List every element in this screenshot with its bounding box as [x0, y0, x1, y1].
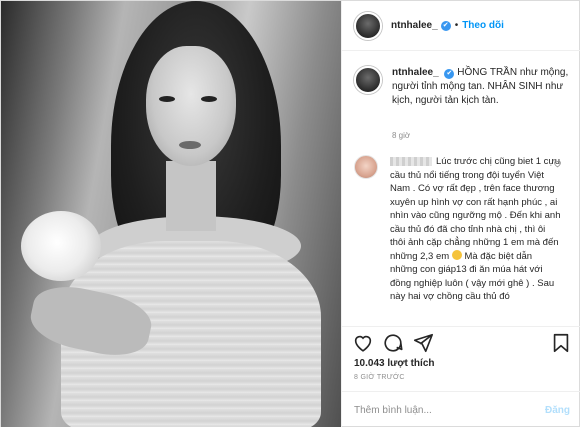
comment-item: Lúc trước chị cũng biet 1 cựu cầu thủ nổ… — [354, 155, 580, 304]
caption-body: ntnhalee_ ✔ HỒNG TRẦN như mộng, người tỉ… — [392, 66, 572, 108]
commenter-avatar[interactable] — [354, 155, 378, 179]
face-emoji-icon — [451, 249, 462, 260]
post-timestamp[interactable]: 8 GIỜ TRƯỚC — [354, 374, 405, 381]
bookmark-icon[interactable] — [550, 332, 572, 354]
action-bar — [342, 326, 580, 358]
photo-neck — [166, 161, 216, 231]
photo-flower — [21, 211, 101, 281]
caption-avatar[interactable] — [354, 66, 382, 94]
photo-eye-left — [159, 96, 175, 102]
separator-dot: • — [454, 20, 459, 31]
verified-badge-icon: ✔ — [440, 20, 451, 31]
caption-username[interactable]: ntnhalee_ — [392, 67, 439, 78]
verified-badge-icon: ✔ — [444, 69, 455, 79]
avatar[interactable] — [354, 11, 382, 40]
photo-eye-right — [201, 96, 217, 102]
caption-time[interactable]: 8 giờ — [392, 131, 410, 140]
follow-button[interactable]: Theo dõi — [462, 20, 504, 31]
post-header: ntnhalee_ ✔ • Theo dõi — [342, 1, 580, 51]
header-username[interactable]: ntnhalee_ — [391, 20, 438, 31]
comment-input[interactable] — [354, 404, 545, 416]
post-caption: ntnhalee_ ✔ HỒNG TRẦN như mộng, người tỉ… — [354, 66, 574, 108]
comment-text-part1: Lúc trước chị cũng biet 1 cựu cầu thủ nổ… — [390, 156, 561, 262]
share-icon[interactable] — [412, 332, 434, 354]
likes-count[interactable]: 10.043 lượt thích — [354, 358, 435, 369]
post-photo[interactable] — [1, 1, 341, 427]
commenter-username-redacted[interactable] — [390, 156, 432, 166]
comment-icon[interactable] — [382, 332, 404, 354]
comment-body: Lúc trước chị cũng biet 1 cựu cầu thủ nổ… — [390, 155, 562, 304]
add-comment-bar: Đăng — [342, 391, 580, 427]
post-side-panel: ntnhalee_ ✔ • Theo dõi ntnhalee_ ✔ HỒNG … — [341, 1, 580, 427]
heart-icon[interactable] — [352, 332, 374, 354]
comments-scroll-area[interactable]: ntnhalee_ ✔ HỒNG TRẦN như mộng, người tỉ… — [342, 51, 580, 326]
comment-like-heart-icon[interactable] — [553, 159, 562, 168]
instagram-post: ntnhalee_ ✔ • Theo dõi ntnhalee_ ✔ HỒNG … — [0, 0, 580, 427]
post-comment-button[interactable]: Đăng — [545, 405, 570, 416]
photo-lips — [179, 141, 201, 149]
